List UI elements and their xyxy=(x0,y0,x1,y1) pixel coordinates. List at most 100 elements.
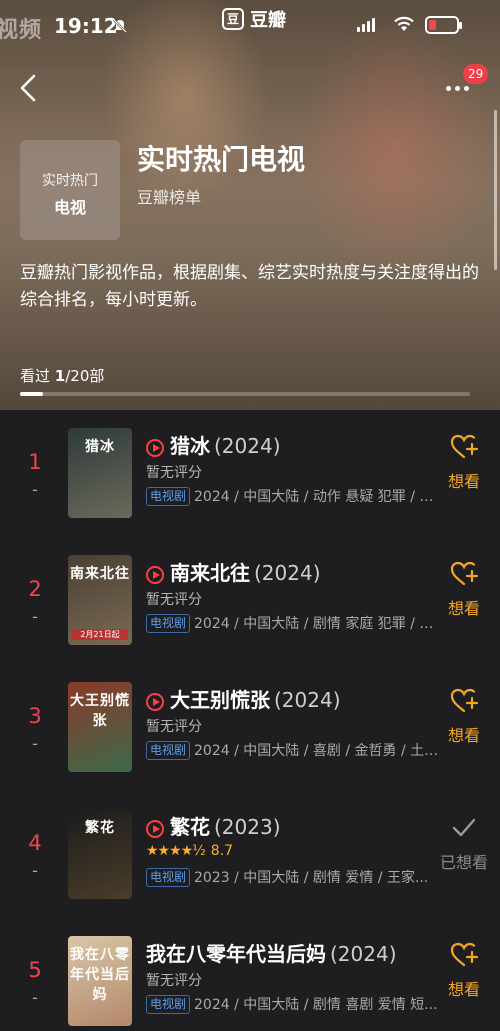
list-cover: 实时热门 电视 xyxy=(20,140,120,240)
page-subtitle[interactable]: 豆瓣榜单 xyxy=(137,184,201,208)
rank-number: 1 xyxy=(28,450,42,474)
rank-change: - xyxy=(32,734,38,753)
rank-number: 4 xyxy=(28,831,42,855)
rank-number: 3 xyxy=(28,704,42,728)
signal-icon xyxy=(357,18,375,32)
poster-image[interactable]: 猎冰 xyxy=(68,428,132,518)
rank-number: 2 xyxy=(28,577,42,601)
rank-change: - xyxy=(32,988,38,1007)
play-icon xyxy=(146,565,164,584)
cover-line2: 电视 xyxy=(53,198,86,217)
page-description: 豆瓣热门影视作品，根据剧集、综艺实时热度与关注度得出的综合排名，每小时更新。 xyxy=(20,263,479,310)
want-label: 想看 xyxy=(447,726,480,745)
meta-text: 2024 / 中国大陆 / 剧情 家庭 犯罪 / 郑... xyxy=(194,616,445,632)
item-year: (2024) xyxy=(274,688,341,712)
seen-progress-bar xyxy=(20,392,470,396)
meta-text: 2024 / 中国大陆 / 剧情 喜剧 爱情 短... xyxy=(194,997,438,1013)
seen-label: 看过 xyxy=(20,367,51,385)
rating-text: 暂无评分 xyxy=(146,973,202,989)
item-title-row[interactable]: 我在八零年代当后妈 (2024) xyxy=(146,938,397,967)
item-meta: 电视剧 2024 / 中国大陆 / 动作 悬疑 犯罪 / 高... xyxy=(146,486,444,506)
meta-text: 2024 / 中国大陆 / 动作 悬疑 犯罪 / 高... xyxy=(194,489,445,505)
want-to-watch-button[interactable]: 想看 xyxy=(440,559,488,619)
rating: 暂无评分 xyxy=(146,589,202,609)
poster-title: 南来北往 xyxy=(70,566,130,582)
back-button[interactable] xyxy=(14,70,44,106)
heart-plus-icon xyxy=(450,434,479,459)
item-title-row[interactable]: 南来北往 (2024) xyxy=(146,557,321,586)
header-banner: 视频 19:12 豆 豆瓣 29 实时热门 电视 实时热门电视 豆瓣榜单 豆瓣热… xyxy=(0,0,500,410)
want-to-watch-button[interactable]: 想看 xyxy=(440,432,488,492)
poster-title: 繁花 xyxy=(85,820,115,836)
item-year: (2024) xyxy=(254,561,321,585)
want-label: 想看 xyxy=(447,472,480,491)
list-item[interactable]: 3- 大王别慌张 大王别慌张 (2024) 暂无评分 电视剧 2024 / 中国大陆 / 喜… xyxy=(0,664,500,791)
poster-image[interactable]: 南来北往 2月21日起 xyxy=(68,555,132,645)
poster-image[interactable]: 大王别慌张 xyxy=(68,682,132,772)
star-rating-icon: ★★★★½ xyxy=(146,843,206,859)
list-item[interactable]: 1- 猎冰 猎冰 (2024) 暂无评分 电视剧 2024 / 中国大陆 / 动作 悬疑 犯… xyxy=(0,410,500,537)
list-item[interactable]: 4- 繁花 繁花 (2023) ★★★★½ 8.7 电视剧 2023 / 中国大陆 / 剧情 … xyxy=(0,791,500,918)
item-meta: 电视剧 2024 / 中国大陆 / 喜剧 / 金哲勇 / 土豆... xyxy=(146,740,444,760)
item-title-row[interactable]: 大王别慌张 (2024) xyxy=(146,684,341,713)
play-icon xyxy=(146,819,164,838)
want-label: 已想看 xyxy=(440,853,489,872)
poster-image[interactable]: 我在八零年代当后妈 xyxy=(68,936,132,1026)
item-meta: 电视剧 2023 / 中国大陆 / 剧情 爱情 / 王家... xyxy=(146,867,428,887)
item-meta: 电视剧 2024 / 中国大陆 / 剧情 家庭 犯罪 / 郑... xyxy=(146,613,444,633)
want-to-watch-button[interactable]: 想看 xyxy=(440,940,488,1000)
seen-progress-fill xyxy=(20,392,43,396)
meta-text: 2024 / 中国大陆 / 喜剧 / 金哲勇 / 土豆... xyxy=(194,743,445,759)
poster-image[interactable]: 繁花 xyxy=(68,809,132,899)
item-title-row[interactable]: 猎冰 (2024) xyxy=(146,430,281,459)
rating-text: 暂无评分 xyxy=(146,592,202,608)
rating-text: 暂无评分 xyxy=(146,719,202,735)
seen-count: 1 xyxy=(54,367,66,385)
play-icon xyxy=(146,692,164,711)
item-title: 猎冰 xyxy=(170,434,210,458)
cover-line1: 实时热门 xyxy=(42,173,98,189)
list-item[interactable]: 2- 南来北往 2月21日起 南来北往 (2024) 暂无评分 电视剧 2024 / 中国大陆… xyxy=(0,537,500,664)
rating: 暂无评分 xyxy=(146,716,202,736)
poster-title: 我在八零年代当后妈 xyxy=(70,947,130,1003)
status-bar: 视频 19:12 豆 豆瓣 xyxy=(0,0,500,52)
douban-logo-icon: 豆 xyxy=(222,8,244,30)
rating: 暂无评分 xyxy=(146,462,202,482)
want-to-watch-button[interactable]: 想看 xyxy=(440,686,488,746)
brand-name: 豆瓣 xyxy=(250,10,286,31)
type-tag: 电视剧 xyxy=(146,867,191,887)
list-item[interactable]: 5- 我在八零年代当后妈 我在八零年代当后妈 (2024) 暂无评分 电视剧 2024 / … xyxy=(0,918,500,1031)
item-title: 大王别慌张 xyxy=(170,688,270,712)
item-title-row[interactable]: 繁花 (2023) xyxy=(146,811,281,840)
want-label: 想看 xyxy=(447,599,480,618)
item-year: (2024) xyxy=(214,434,281,458)
brand: 豆 豆瓣 xyxy=(222,6,286,32)
poster-title: 猎冰 xyxy=(85,439,115,455)
ranking-list: 1- 猎冰 猎冰 (2024) 暂无评分 电视剧 2024 / 中国大陆 / 动作 悬疑 犯… xyxy=(0,410,500,1031)
meta-text: 2023 / 中国大陆 / 剧情 爱情 / 王家... xyxy=(194,870,429,886)
status-time: 19:12 xyxy=(54,14,118,38)
rating-text: 暂无评分 xyxy=(146,465,202,481)
item-year: (2024) xyxy=(330,942,397,966)
check-icon xyxy=(452,818,476,837)
rank-number: 5 xyxy=(28,958,42,982)
item-title: 我在八零年代当后妈 xyxy=(146,942,326,966)
item-meta: 电视剧 2024 / 中国大陆 / 剧情 喜剧 爱情 短... xyxy=(146,994,438,1014)
rating: ★★★★½ 8.7 xyxy=(146,843,233,859)
status-watermark: 视频 xyxy=(0,18,43,43)
poster-date: 2月21日起 xyxy=(72,629,128,640)
seen-total: /20部 xyxy=(65,367,105,385)
page-title: 实时热门电视 xyxy=(137,143,306,176)
type-tag: 电视剧 xyxy=(146,613,191,633)
battery-level xyxy=(429,20,436,30)
want-to-watch-button[interactable]: 已想看 xyxy=(440,813,488,873)
battery-icon xyxy=(425,16,462,34)
rating-score: 8.7 xyxy=(210,843,234,859)
type-tag: 电视剧 xyxy=(146,486,191,506)
heart-plus-icon xyxy=(450,942,479,967)
type-tag: 电视剧 xyxy=(146,994,191,1014)
bell-off-icon xyxy=(113,19,127,33)
scroll-indicator xyxy=(494,110,497,270)
want-label: 想看 xyxy=(447,980,480,999)
heart-plus-icon xyxy=(450,561,479,586)
